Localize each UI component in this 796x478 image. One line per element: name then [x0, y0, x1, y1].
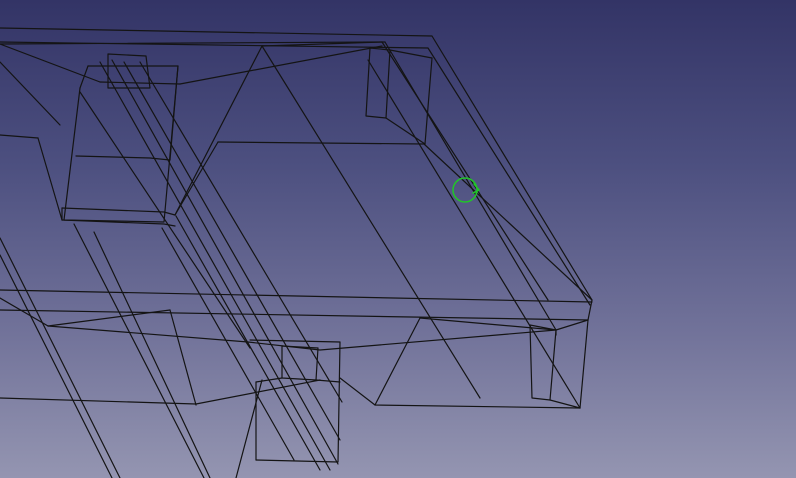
top-haunch-edges — [0, 43, 383, 126]
bottom-right-column-edges — [529, 319, 589, 409]
bottom-haunch-edges — [0, 309, 581, 409]
bottom-center-column-edges — [235, 339, 341, 478]
rotate-cursor-icon — [452, 177, 480, 203]
wireframe-model[interactable] — [0, 0, 796, 478]
top-slab-edges — [0, 27, 593, 331]
diagonal-beam-edges — [0, 45, 581, 478]
3d-viewport[interactable] — [0, 0, 796, 478]
